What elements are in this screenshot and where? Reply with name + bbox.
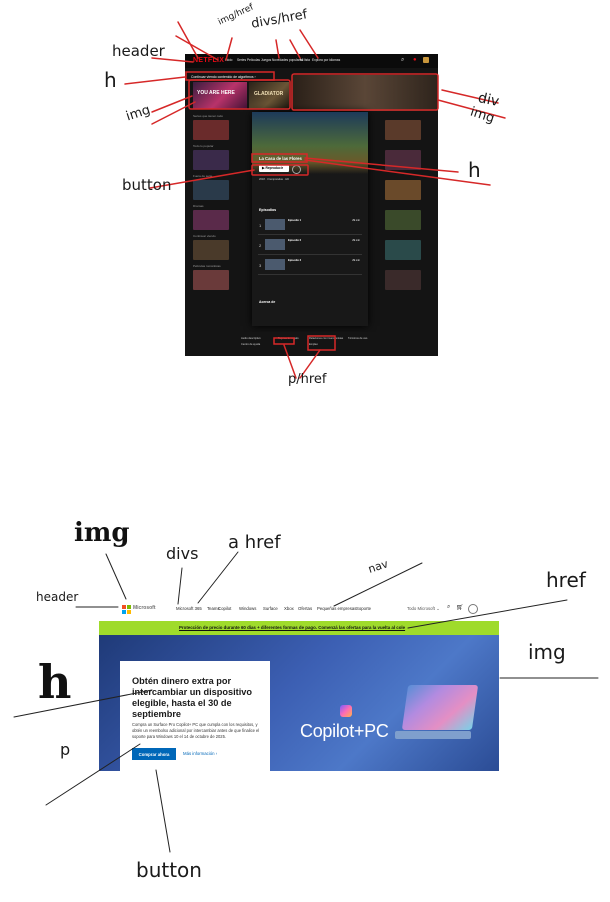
annotation-arrow — [197, 551, 239, 604]
annotation-arrow — [177, 21, 199, 59]
annotation-label: header — [112, 42, 165, 60]
annotation-arrow — [151, 95, 193, 113]
annotation-label: href — [546, 568, 586, 592]
annotation-arrow — [105, 553, 127, 600]
annotation-label: img — [528, 640, 566, 664]
annotation-arrow — [155, 769, 171, 853]
annotation-box — [291, 73, 439, 111]
annotation-label: button — [136, 858, 202, 882]
annotation-box — [251, 153, 308, 163]
annotation-arrow — [13, 689, 153, 718]
annotation-label: img — [74, 518, 130, 548]
annotation-box — [185, 71, 275, 81]
annotation-box — [307, 335, 336, 351]
annotation-label: button — [122, 176, 172, 194]
annotation-label: divs — [166, 544, 199, 563]
annotation-arrow — [275, 39, 280, 59]
annotation-arrow — [289, 39, 301, 59]
annotation-box — [273, 337, 295, 345]
annotation-arrow — [304, 159, 491, 186]
annotation-arrows — [13, 21, 599, 853]
annotation-label: h — [38, 655, 72, 709]
annotation-label: p — [60, 740, 71, 759]
annotation-box — [251, 164, 309, 176]
annotation-arrow — [225, 37, 233, 61]
annotation-arrow — [299, 29, 319, 59]
annotation-label: h — [104, 68, 117, 92]
annotation-label: p/href — [288, 372, 327, 387]
annotation-arrow — [177, 567, 183, 605]
annotation-arrow — [124, 76, 186, 85]
annotation-label: h — [468, 158, 481, 182]
annotation-box — [188, 79, 291, 110]
annotation-arrow — [407, 599, 568, 629]
annotation-label: header — [36, 590, 79, 604]
annotation-label: a href — [228, 532, 281, 553]
